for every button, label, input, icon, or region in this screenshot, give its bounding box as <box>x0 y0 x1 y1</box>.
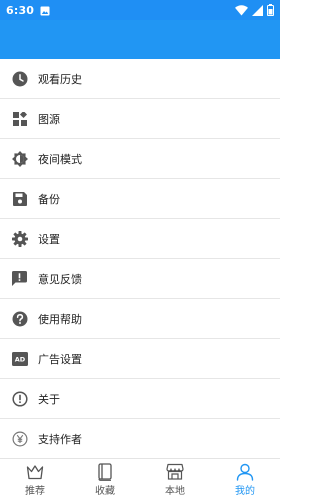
menu-item-label: 意见反馈 <box>38 272 82 286</box>
menu-item-backup[interactable]: 备份 <box>0 179 280 219</box>
bottom-nav: 推荐 收藏 本地 我的 <box>0 458 280 500</box>
yen-icon <box>11 430 28 447</box>
menu-item-sources[interactable]: 图源 <box>0 99 280 139</box>
menu-item-night-mode[interactable]: 夜间模式 <box>0 139 280 179</box>
status-bar: 6:30 <box>0 0 280 20</box>
menu-item-support-author[interactable]: 支持作者 <box>0 419 280 459</box>
nav-label: 本地 <box>165 486 185 497</box>
nav-label: 收藏 <box>95 486 115 497</box>
menu-item-label: 设置 <box>38 232 60 246</box>
info-icon <box>11 390 28 407</box>
menu-item-label: 图源 <box>38 112 60 126</box>
crown-icon <box>26 462 45 481</box>
book-icon <box>96 462 115 481</box>
menu-item-label: 关于 <box>38 392 60 406</box>
menu-item-label: 观看历史 <box>38 72 82 86</box>
nav-label: 推荐 <box>25 486 45 497</box>
nav-tab-mine[interactable]: 我的 <box>210 459 280 500</box>
menu-item-history[interactable]: 观看历史 <box>0 59 280 99</box>
settings-menu: 观看历史 图源 夜间模式 备份 设置 意见反馈 使用帮助 AD 广告设置 关于 … <box>0 59 280 459</box>
brightness-icon <box>11 150 28 167</box>
help-icon <box>11 310 28 327</box>
menu-item-feedback[interactable]: 意见反馈 <box>0 259 280 299</box>
save-icon <box>11 190 28 207</box>
menu-item-label: 备份 <box>38 192 60 206</box>
nav-tab-recommend[interactable]: 推荐 <box>0 459 70 500</box>
widgets-icon <box>11 110 28 127</box>
nav-tab-local[interactable]: 本地 <box>140 459 210 500</box>
profile-header <box>0 20 280 59</box>
menu-item-help[interactable]: 使用帮助 <box>0 299 280 339</box>
menu-item-label: 支持作者 <box>38 432 82 446</box>
menu-item-about[interactable]: 关于 <box>0 379 280 419</box>
gear-icon <box>11 230 28 247</box>
person-icon <box>236 462 255 481</box>
menu-item-label: 广告设置 <box>38 352 82 366</box>
status-time: 6:30 <box>6 3 35 17</box>
menu-item-label: 夜间模式 <box>38 152 82 166</box>
menu-item-settings[interactable]: 设置 <box>0 219 280 259</box>
status-right <box>235 1 274 20</box>
wifi-icon <box>235 1 248 20</box>
menu-item-ad-settings[interactable]: AD 广告设置 <box>0 339 280 379</box>
battery-icon <box>267 1 274 20</box>
svg-text:AD: AD <box>14 355 25 363</box>
feedback-icon <box>11 270 28 287</box>
store-icon <box>166 462 185 481</box>
nav-tab-favorites[interactable]: 收藏 <box>70 459 140 500</box>
cell-signal-icon <box>252 1 263 20</box>
status-left: 6:30 <box>6 1 50 20</box>
image-notification-icon <box>40 1 50 20</box>
nav-label: 我的 <box>235 486 255 497</box>
history-clock-icon <box>11 70 28 87</box>
ad-icon: AD <box>11 350 28 367</box>
menu-item-label: 使用帮助 <box>38 312 82 326</box>
